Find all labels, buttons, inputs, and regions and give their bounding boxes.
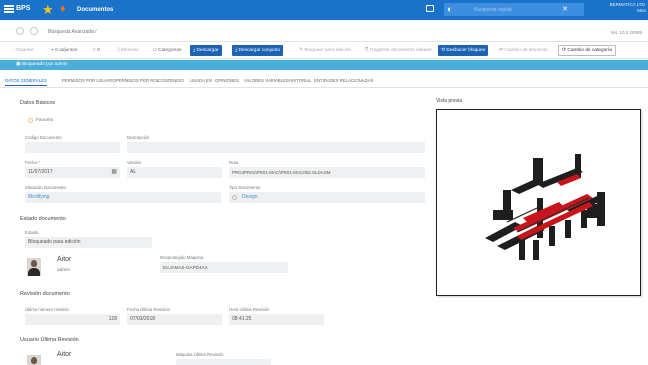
type-icon <box>232 195 237 200</box>
close-icon[interactable]: ✕ <box>562 5 568 13</box>
favorite-checkbox[interactable] <box>28 118 33 123</box>
avatar <box>27 258 41 276</box>
tab-strip: DATOS GENERALES PERMISOS POR USUARIO PER… <box>0 76 648 88</box>
date-value: 11/07/2017 <box>28 169 53 175</box>
window-title: Documentos <box>77 7 114 13</box>
last-date-field: 07/03/2018 <box>127 314 222 325</box>
register-edited-button[interactable]: ⎘ Registrar documento editado <box>362 45 435 56</box>
delete-button[interactable]: ▯ Eliminar <box>114 45 141 56</box>
path-field[interactable]: PROJPR01\PR01-MAC\PR01-MAC002.SLDASM <box>229 167 425 178</box>
type-label: Tipo Documento <box>229 185 261 190</box>
quick-search[interactable]: ◐ Busqueda rápida ✕ <box>444 3 584 16</box>
favorite-star-icon[interactable]: ★ <box>42 2 54 18</box>
machine-field: ECJAMAZ-GAPD4AA <box>160 262 288 273</box>
date-field[interactable]: 11/07/2017 ▦ <box>25 167 120 178</box>
preview-panel[interactable] <box>436 109 641 296</box>
globe-icon: ◐ <box>447 4 453 14</box>
state-user-role: admin <box>57 268 71 273</box>
category-change-button[interactable]: ⟳ Cambio de categoría <box>558 45 616 56</box>
tab-valores-variables[interactable]: VALORES VARIABLES <box>244 78 289 83</box>
app-logo[interactable]: BPS <box>16 5 30 12</box>
attachments-button[interactable]: ⌁ 0 adjuntos <box>48 45 80 56</box>
tab-permisos-usuario[interactable]: PERMISOS POR USUARIO <box>62 78 116 83</box>
section-basic-data: Datos Básicos <box>20 100 56 106</box>
type-value: Design <box>242 194 258 200</box>
calendar-icon[interactable]: ▦ <box>111 167 117 178</box>
tab-entidades-relacionadas[interactable]: ENTIDADES RELACIONADAS <box>314 78 373 83</box>
last-machine-field <box>176 359 271 365</box>
download-set-button[interactable]: ⤓ Descargar conjunto <box>232 45 284 56</box>
tab-contenido[interactable]: CONTENIDO <box>158 78 184 83</box>
last-machine-label: Máquina Última Revisión <box>176 352 224 357</box>
top-bar: BPS ★ ♦ Documentos ◐ Busqueda rápida ✕ B… <box>0 0 648 20</box>
code-label: Código Documento <box>25 135 62 140</box>
undo-block-button[interactable]: ⟲ Deshacer bloqueo <box>438 45 489 56</box>
last-user-avatar <box>27 355 41 365</box>
status-label: Estado <box>25 230 39 235</box>
preview-title: Vista previa <box>436 98 463 104</box>
section-last-user: Usuario Última Revisión <box>20 337 79 343</box>
tab-opiniones[interactable]: OPINIONES <box>215 78 239 83</box>
section-document-state: Estado documento <box>20 216 66 222</box>
last-number-label: Último número revisión <box>25 307 69 312</box>
machine-label: Desprotegido Máquina <box>160 255 204 260</box>
machine-3d-model-image <box>485 154 605 260</box>
situation-label: Situación Documento <box>25 185 66 190</box>
state-user-name: Aitor <box>57 256 72 263</box>
user-info[interactable]: BERMATICA LTD. Mon <box>598 2 646 14</box>
categories-button[interactable]: ▱ Categorías <box>150 45 185 56</box>
last-time-field: 08:41:25 <box>229 314 324 325</box>
forward-icon[interactable] <box>30 27 38 35</box>
state-change-button[interactable]: ⇄ Cambio de situación <box>496 45 551 56</box>
version-field[interactable]: AL <box>127 167 222 178</box>
version-label: Ver. 10.0.20065 <box>610 30 642 35</box>
tab-permisos-rol[interactable]: PERMISOS POR ROL <box>116 78 159 83</box>
last-date-label: Fecha Última Revisión <box>127 307 170 312</box>
situation-field[interactable]: Modifying <box>25 192 221 203</box>
tab-historial[interactable]: HISTORIAL <box>289 78 312 83</box>
breadcrumb[interactable]: Búsqueda Avanzada / <box>48 29 97 35</box>
tab-usada-en[interactable]: USADA EN <box>190 78 212 83</box>
date-label: Fecha * <box>25 160 40 165</box>
block-edit-button[interactable]: ✎ Bloquear para edición <box>296 45 354 56</box>
menu-icon[interactable] <box>4 5 14 13</box>
chat-icon[interactable] <box>426 5 434 12</box>
breadcrumb-bar: Búsqueda Avanzada / Ver. 10.0.20065 <box>0 20 648 42</box>
description-label: Descripción <box>127 135 150 140</box>
type-field[interactable]: Design <box>229 192 425 203</box>
last-number-field: 128 <box>25 314 120 325</box>
last-user-name: Aitor <box>57 351 72 358</box>
path-label: Ruta <box>229 160 239 165</box>
search-placeholder: Busqueda rápida <box>474 7 512 13</box>
tab-datos-generales[interactable]: DATOS GENERALES <box>5 78 47 86</box>
toolbar: ▫ Guardar ⌁ 0 adjuntos ○ 0 ▯ Eliminar ▱ … <box>0 42 648 59</box>
comments-button[interactable]: ○ 0 <box>90 45 103 56</box>
lock-banner: ▣ Bloqueado por admin <box>0 60 648 70</box>
status-field: Bloqueado para edición <box>25 237 152 248</box>
code-field[interactable] <box>25 142 120 153</box>
save-button[interactable]: ▫ Guardar <box>10 45 37 56</box>
favorite-label: Favorito <box>36 118 54 123</box>
download-button[interactable]: ⤓ Descargar <box>190 45 222 56</box>
user-sub: Mon <box>637 8 646 13</box>
documents-pin-icon: ♦ <box>60 3 66 15</box>
section-revision: Revisión documento <box>20 291 70 297</box>
description-field[interactable] <box>127 142 425 153</box>
version-label-field: Versión <box>127 160 142 165</box>
back-icon[interactable] <box>16 27 24 35</box>
last-time-label: Hora Última Revisión <box>229 307 270 312</box>
